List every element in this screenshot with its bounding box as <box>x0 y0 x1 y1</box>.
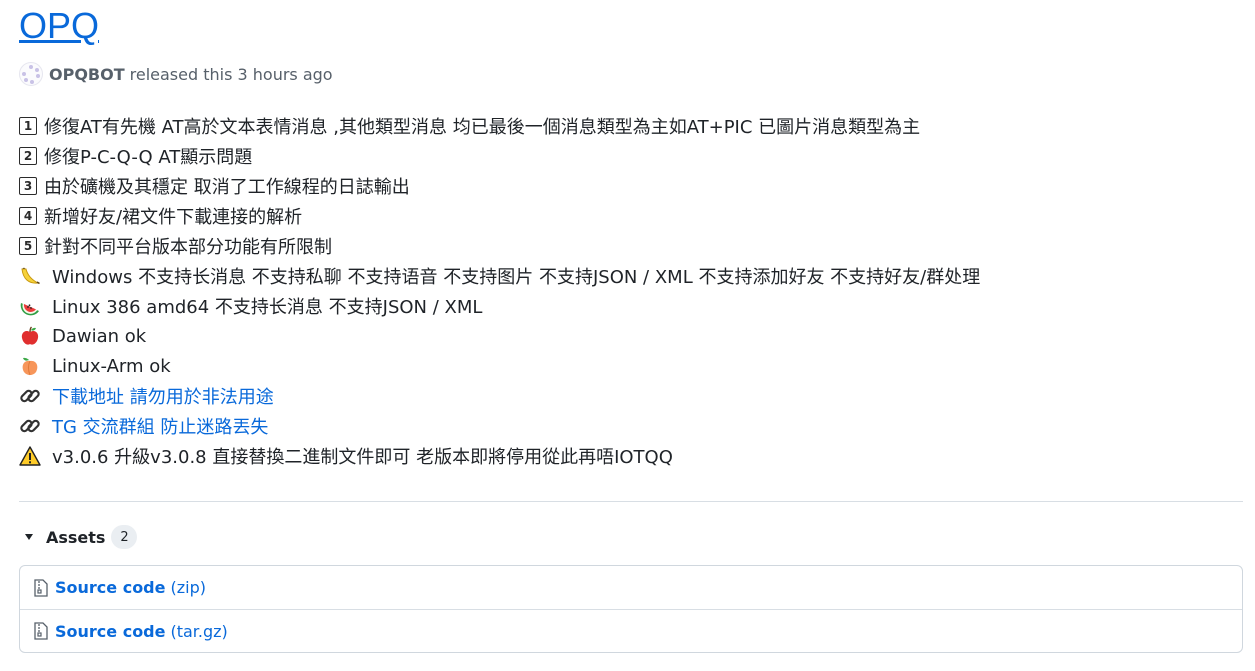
note-text: v3.0.6 升級v3.0.8 直接替換二進制文件即可 老版本即將停用從此再唔I… <box>52 447 673 468</box>
list-item: v3.0.6 升級v3.0.8 直接替換二進制文件即可 老版本即將停用從此再唔I… <box>19 441 1243 471</box>
download-link[interactable]: 下載地址 請勿用於非法用途 <box>52 383 274 409</box>
note-text: Dawian ok <box>52 325 147 347</box>
triangle-down-icon <box>25 534 33 540</box>
list-item: TG 交流群組 防止迷路丟失 <box>19 411 1243 441</box>
keycap-4-icon: 4 <box>19 207 37 225</box>
list-item: Windows 不支持长消息 不支持私聊 不支持语音 不支持图片 不支持JSON… <box>19 261 1243 291</box>
keycap-5-icon: 5 <box>19 237 37 255</box>
release-title-link[interactable]: OPQ <box>19 4 99 48</box>
assets-list: Source code (zip) Source code (tar.gz) <box>19 565 1243 653</box>
release-meta: OPQBOT released this 3 hours ago <box>19 62 1243 86</box>
avatar[interactable] <box>19 62 43 86</box>
asset-row[interactable]: Source code (zip) <box>20 566 1242 609</box>
note-text: 新增好友/裙文件下載連接的解析 <box>44 207 303 228</box>
note-text: Windows 不支持长消息 不支持私聊 不支持语音 不支持图片 不支持JSON… <box>52 267 981 288</box>
list-item: Linux 386 amd64 不支持长消息 不支持JSON / XML <box>19 291 1243 321</box>
keycap-3-icon: 3 <box>19 177 37 195</box>
list-item: 1 修復AT有先機 AT高於文本表情消息 ,其他類型消息 均已最後一個消息類型為… <box>19 111 1243 141</box>
note-text: 修復AT有先機 AT高於文本表情消息 ,其他類型消息 均已最後一個消息類型為主如… <box>44 117 921 138</box>
list-item: 5 針對不同平台版本部分功能有所限制 <box>19 231 1243 261</box>
author-link[interactable]: OPQBOT <box>49 65 125 84</box>
list-item: 下載地址 請勿用於非法用途 <box>19 381 1243 411</box>
file-zip-icon <box>34 578 48 597</box>
note-text: 針對不同平台版本部分功能有所限制 <box>44 237 332 258</box>
keycap-1-icon: 1 <box>19 117 37 135</box>
note-text: 修復P-C-Q-Q AT顯示問題 <box>44 147 253 168</box>
banana-icon <box>21 267 40 285</box>
peach-icon <box>22 357 38 376</box>
asset-row[interactable]: Source code (tar.gz) <box>20 609 1242 652</box>
note-text: Linux-Arm ok <box>52 355 171 377</box>
warning-icon <box>19 446 41 466</box>
assets-count-badge: 2 <box>111 525 138 549</box>
asset-ext: (tar.gz) <box>170 621 228 641</box>
file-zip-icon <box>34 622 48 640</box>
release-notes: 1 修復AT有先機 AT高於文本表情消息 ,其他類型消息 均已最後一個消息類型為… <box>19 111 1243 471</box>
assets-toggle[interactable]: Assets 2 <box>19 525 1243 549</box>
list-item: 4 新增好友/裙文件下載連接的解析 <box>19 201 1243 231</box>
keycap-2-icon: 2 <box>19 147 37 165</box>
telegram-group-link[interactable]: TG 交流群組 防止迷路丟失 <box>52 413 268 439</box>
asset-link[interactable]: Source code <box>55 622 165 641</box>
list-item: 2 修復P-C-Q-Q AT顯示問題 <box>19 141 1243 171</box>
watermelon-icon <box>20 303 39 316</box>
link-icon <box>20 389 40 403</box>
assets-label: Assets <box>46 527 106 547</box>
link-icon <box>20 419 40 433</box>
note-text: 由於礦機及其穩定 取消了工作線程的日誌輸出 <box>44 177 410 198</box>
list-item: Dawian ok <box>19 321 1243 351</box>
note-text: Linux 386 amd64 不支持长消息 不支持JSON / XML <box>52 297 483 318</box>
release-time-text: released this 3 hours ago <box>129 64 333 84</box>
list-item: Linux-Arm ok <box>19 351 1243 381</box>
asset-link[interactable]: Source code <box>55 578 165 597</box>
asset-ext: (zip) <box>170 578 206 597</box>
apple-icon <box>21 326 39 345</box>
list-item: 3 由於礦機及其穩定 取消了工作線程的日誌輸出 <box>19 171 1243 201</box>
divider <box>19 501 1243 502</box>
release-page: OPQ OPQBOT released this 3 hours ago 1 修… <box>0 0 1255 671</box>
